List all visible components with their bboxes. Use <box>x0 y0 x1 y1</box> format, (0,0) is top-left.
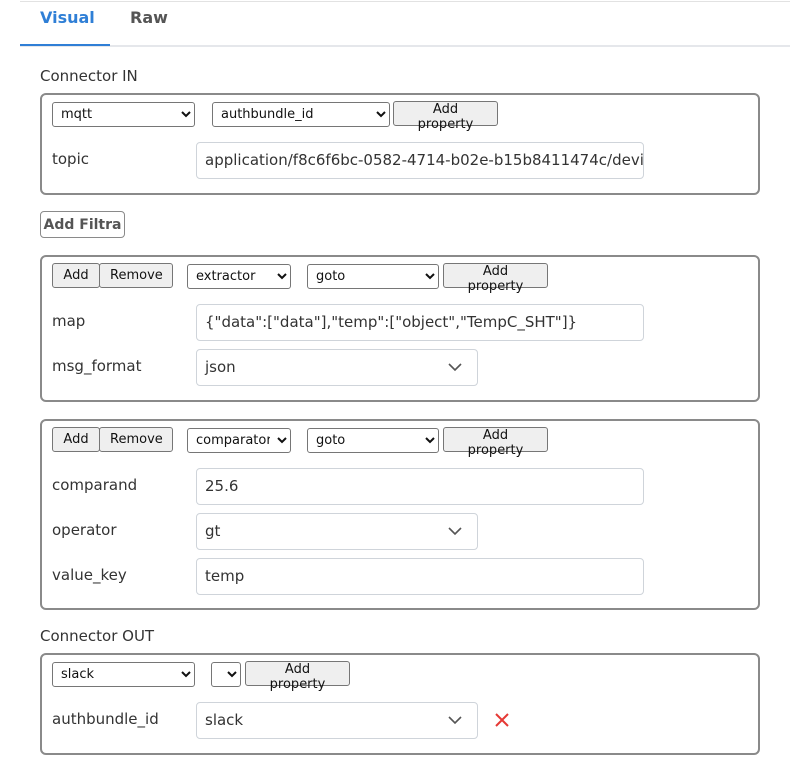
filter-add-button[interactable]: Add <box>52 427 100 452</box>
tab-visual[interactable]: Visual <box>40 8 95 27</box>
chevron-down-icon <box>448 363 462 372</box>
topic-label: topic <box>52 150 89 168</box>
connector-out-add-property-button[interactable]: Add property <box>245 661 350 692</box>
filter-type-select[interactable]: extractor <box>187 264 291 289</box>
value-key-input[interactable]: temp <box>196 558 644 595</box>
authbundle-id-value: slack <box>205 711 244 729</box>
comparand-label: comparand <box>52 476 138 494</box>
connector-in-box: mqtt authbundle_id Add property topic ap… <box>40 93 760 195</box>
map-input[interactable]: {"data":["data"],"temp":["object","TempC… <box>196 304 644 341</box>
active-tab-indicator <box>20 44 110 46</box>
chevron-down-icon <box>448 527 462 536</box>
connector-out-type-select[interactable]: slack <box>52 662 195 687</box>
tab-bar: Visual Raw <box>20 0 790 47</box>
msg-format-label: msg_format <box>52 357 142 375</box>
connector-out-box: slack Add property authbundle_id slack <box>40 653 760 755</box>
connector-in-add-property-button[interactable]: Add property <box>393 101 498 132</box>
filter-type-select[interactable]: comparator <box>187 428 291 453</box>
comparand-input[interactable]: 25.6 <box>196 468 644 505</box>
connector-out-heading: Connector OUT <box>40 627 155 645</box>
filter-extractor-box: Add Remove extractor goto Add property m… <box>40 255 760 402</box>
authbundle-id-select[interactable]: slack <box>196 702 478 739</box>
filter-add-property-button[interactable]: Add property <box>443 263 548 294</box>
topic-input[interactable]: application/f8c6f6bc-0582-4714-b02e-b15b… <box>196 142 644 179</box>
map-label: map <box>52 312 86 330</box>
chevron-down-icon <box>448 716 462 725</box>
filter-remove-button[interactable]: Remove <box>99 427 173 452</box>
connector-in-property-select[interactable]: authbundle_id <box>212 102 390 127</box>
add-filtra-button[interactable]: Add Filtra <box>40 211 125 238</box>
connector-out-property-select[interactable] <box>211 662 241 687</box>
tab-raw[interactable]: Raw <box>130 8 168 27</box>
filter-add-button[interactable]: Add <box>52 263 100 288</box>
operator-value: gt <box>205 522 221 540</box>
filter-remove-button[interactable]: Remove <box>99 263 173 288</box>
authbundle-id-label: authbundle_id <box>52 710 159 728</box>
operator-label: operator <box>52 521 117 539</box>
filter-add-property-button[interactable]: Add property <box>443 427 548 458</box>
filter-goto-select[interactable]: goto <box>307 428 439 453</box>
close-icon[interactable] <box>494 712 510 728</box>
operator-select[interactable]: gt <box>196 513 478 550</box>
msg-format-value: json <box>205 358 236 376</box>
filter-goto-select[interactable]: goto <box>307 264 439 289</box>
connector-in-heading: Connector IN <box>40 67 138 85</box>
connector-in-type-select[interactable]: mqtt <box>52 102 195 127</box>
msg-format-select[interactable]: json <box>196 349 478 386</box>
filter-comparator-box: Add Remove comparator goto Add property … <box>40 419 760 610</box>
top-divider <box>20 1 790 2</box>
value-key-label: value_key <box>52 566 127 584</box>
